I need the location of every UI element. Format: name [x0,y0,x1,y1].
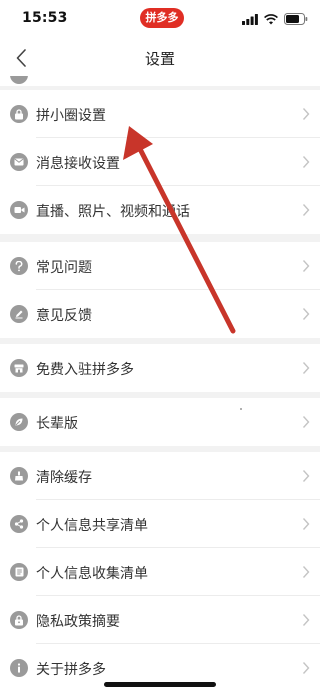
share-icon [10,515,28,533]
chevron-right-icon [302,614,310,626]
question-icon [10,257,28,275]
setting-item-label: 免费入驻拼多多 [36,362,134,378]
chevron-right-icon [302,416,310,428]
lock-icon [10,105,28,123]
chevron-right-icon [302,518,310,530]
signal-icon [242,13,258,25]
setting-item-label: 清除缓存 [36,470,92,486]
setting-item-label: 常见问题 [36,260,92,276]
chevron-right-icon [302,362,310,374]
setting-item-label: 个人信息收集清单 [36,566,148,582]
pencil-icon [10,305,28,323]
envelope-icon [10,153,28,171]
chevron-right-icon [302,662,310,674]
setting-item-clear-cache[interactable]: 清除缓存 [0,452,320,500]
setting-item-feedback[interactable]: 意见反馈 [0,290,320,338]
chevron-right-icon [302,470,310,482]
setting-item-faq[interactable]: 常见问题 [0,242,320,290]
partial-list-item [0,76,320,86]
setting-item-label: 拼小圈设置 [36,108,106,124]
padlock-icon [10,611,28,629]
setting-item-label: 关于拼多多 [36,662,106,678]
setting-item-message[interactable]: 消息接收设置 [0,138,320,186]
status-icons [242,12,308,26]
setting-item-pinxiaoquan[interactable]: 拼小圈设置 [0,90,320,138]
status-bar: 15:53 拼多多 [0,0,320,40]
setting-item-privacy-summary[interactable]: 隐私政策摘要 [0,596,320,644]
setting-item-label: 消息接收设置 [36,156,120,172]
store-icon [10,359,28,377]
setting-item-merchant-join[interactable]: 免费入驻拼多多 [0,344,320,392]
broom-icon [10,467,28,485]
partial-row-icon [10,76,28,84]
setting-item-info-collect-list[interactable]: 个人信息收集清单 [0,548,320,596]
setting-item-label: 个人信息共享清单 [36,518,148,534]
setting-item-label: 直播、照片、视频和通话 [36,204,190,220]
leaf-icon [10,413,28,431]
status-time: 15:53 [22,10,68,26]
chevron-right-icon [302,566,310,578]
list-icon [10,563,28,581]
setting-item-info-share-list[interactable]: 个人信息共享清单 [0,500,320,548]
setting-item-elder-mode[interactable]: 长辈版 [0,398,320,446]
battery-icon [284,13,308,25]
setting-item-label: 意见反馈 [36,308,92,324]
setting-item-live-photo-video[interactable]: 直播、照片、视频和通话 [0,186,320,234]
setting-item-label: 隐私政策摘要 [36,614,120,630]
chevron-right-icon [302,204,310,216]
setting-item-label: 长辈版 [36,416,78,432]
stray-dot [240,408,242,410]
video-camera-icon [10,201,28,219]
chevron-right-icon [302,308,310,320]
chevron-right-icon [302,108,310,120]
info-icon [10,659,28,677]
home-indicator [104,682,216,687]
wifi-icon [264,13,278,24]
page-title: 设置 [144,50,175,68]
nav-bar: 设置 [0,40,320,76]
app-badge: 拼多多 [140,8,184,28]
chevron-right-icon [302,156,310,168]
chevron-right-icon [302,260,310,272]
